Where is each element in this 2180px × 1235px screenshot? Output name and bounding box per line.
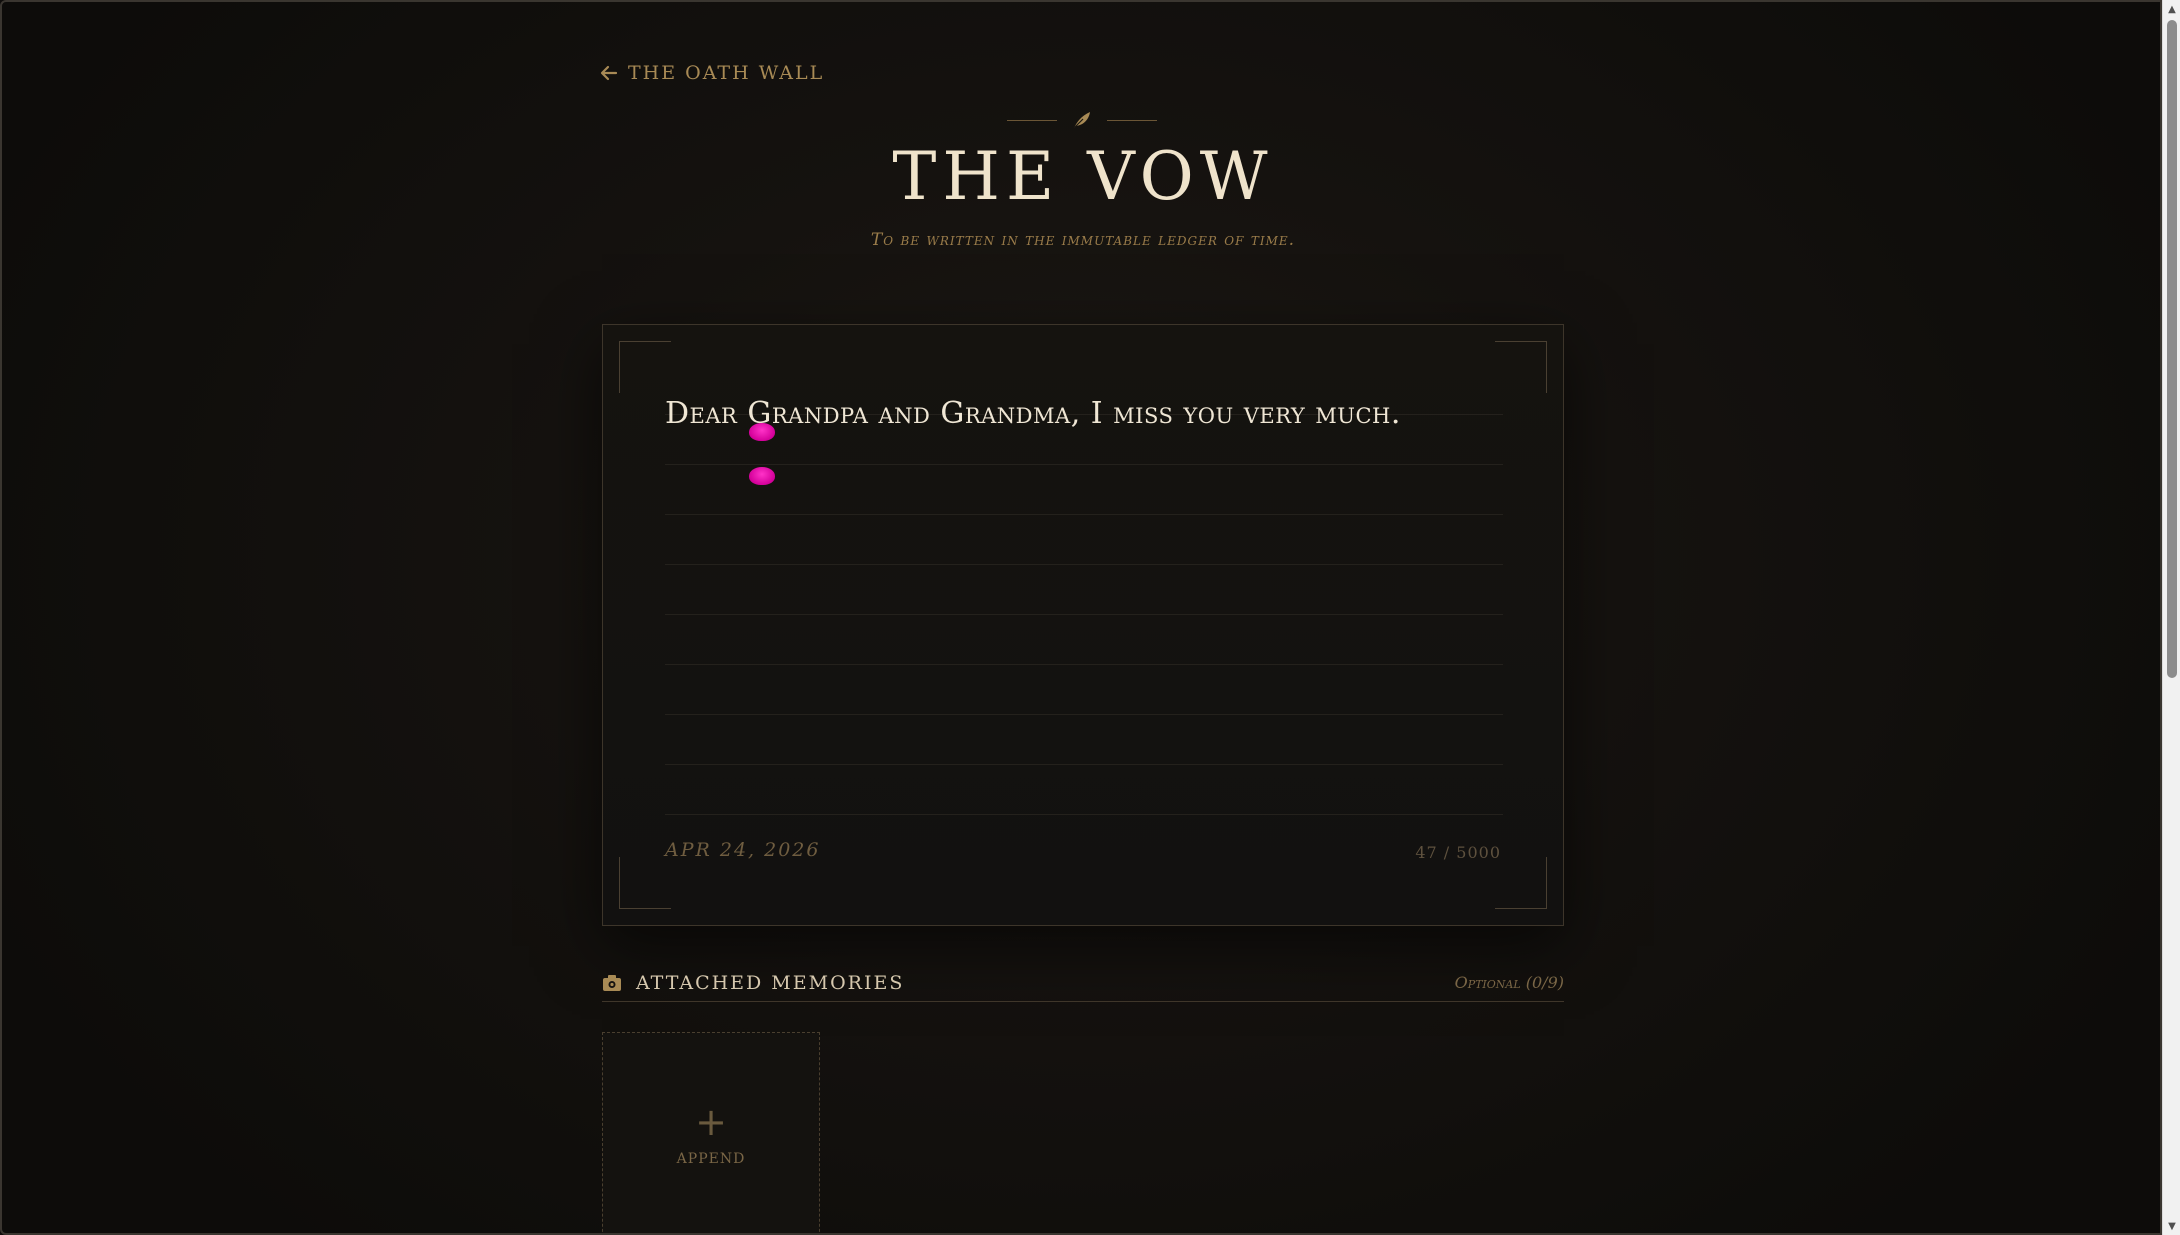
memories-title: Attached Memories xyxy=(636,971,905,994)
memories-title-group: Attached Memories xyxy=(602,972,904,994)
ornament-line-right xyxy=(1107,119,1157,121)
scrollbar-thumb[interactable] xyxy=(2167,20,2177,678)
append-label: Append xyxy=(676,1151,746,1167)
ornament-line-left xyxy=(1007,119,1057,121)
character-counter: 47 / 5000 xyxy=(1415,843,1501,862)
corner-ornament-bottom-left xyxy=(619,857,671,909)
vow-date: APR 24, 2026 xyxy=(665,839,821,861)
title-ornament xyxy=(1002,110,1162,130)
back-link[interactable]: The Oath Wall xyxy=(600,62,824,84)
vow-card: Dear Grandpa and Grandma, I miss you ver… xyxy=(602,324,1564,926)
page-frame: The Oath Wall THE VOW To be written in t… xyxy=(0,0,2162,1235)
scroll-up-arrow-icon[interactable]: ▲ xyxy=(2163,0,2180,18)
highlight-marker xyxy=(749,467,775,485)
corner-ornament-bottom-right xyxy=(1495,857,1547,909)
scroll-down-arrow-icon[interactable]: ▼ xyxy=(2163,1217,2180,1235)
vow-textarea[interactable]: Dear Grandpa and Grandma, I miss you ver… xyxy=(665,389,1503,439)
feather-icon xyxy=(1073,112,1090,129)
camera-icon xyxy=(603,974,621,991)
append-memory-button[interactable]: + Append xyxy=(602,1032,820,1233)
memories-optional-count: Optional (0/9) xyxy=(1454,973,1564,992)
highlight-marker xyxy=(749,423,775,441)
page-subtitle: To be written in the immutable ledger of… xyxy=(870,230,1296,250)
plus-icon: + xyxy=(695,1100,727,1144)
page-title: THE VOW xyxy=(892,138,1274,215)
back-link-label: The Oath Wall xyxy=(628,62,825,84)
vertical-scrollbar[interactable]: ▲ ▼ xyxy=(2162,0,2180,1235)
arrow-left-icon xyxy=(600,65,618,81)
corner-ornament-top-left xyxy=(619,341,671,393)
memories-header: Attached Memories Optional (0/9) xyxy=(602,964,1564,1002)
